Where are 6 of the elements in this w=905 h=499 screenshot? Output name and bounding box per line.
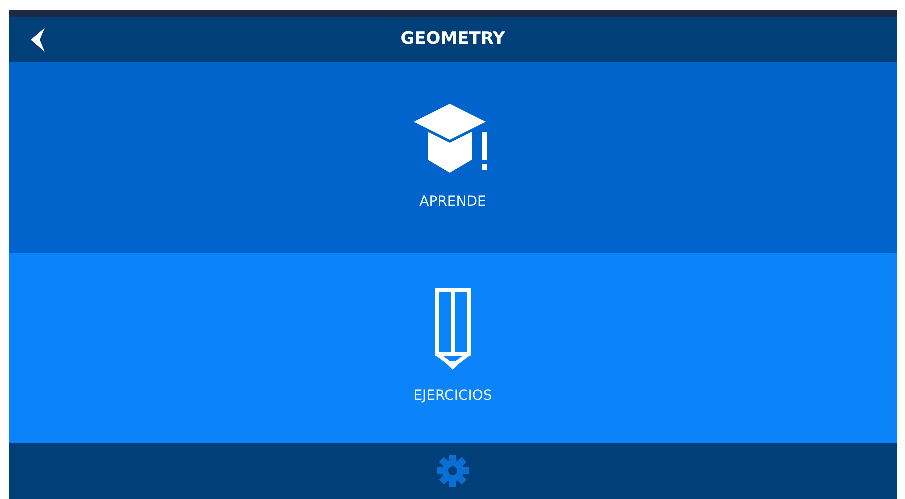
settings-icon [436,454,470,488]
pencil-icon [433,288,473,372]
screen-title: GEOMETRY [400,28,506,51]
back-icon [29,26,47,52]
menu-option[interactable]: APRENDE [9,62,897,252]
menu-option[interactable]: EJERCICIOS [9,252,897,443]
